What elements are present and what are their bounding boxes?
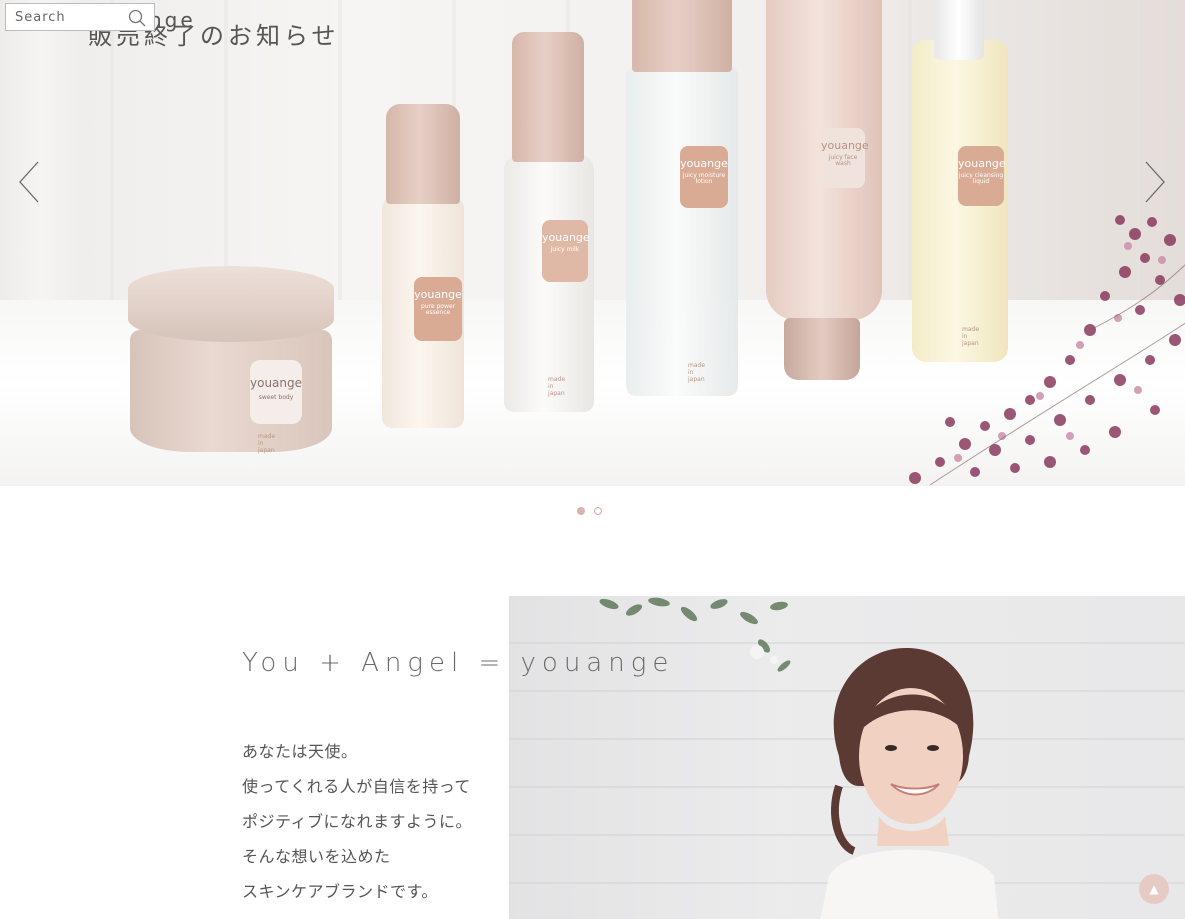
search-input[interactable] (13, 8, 127, 26)
product-lotion-label: youange juicy moisture lotion (680, 146, 728, 208)
product-oil-sub: juicy cleansing liquid (958, 171, 1004, 185)
product-jar-label: youange sweet body (250, 360, 302, 424)
product-jar-sub: sweet body (258, 394, 294, 401)
brand-copy-line: 使ってくれる人が自信を持って (242, 777, 471, 796)
slider-dot-2[interactable] (594, 507, 602, 515)
brand-copy: あなたは天使。 使ってくれる人が自信を持って ポジティブになれますように。 そん… (242, 738, 472, 913)
product-tube-sub: juicy face wash (828, 153, 858, 167)
product-lotion-made: made in japan (688, 362, 706, 383)
brand-photo (509, 596, 1185, 919)
product-tube-brand: youange (821, 139, 869, 152)
search-box (5, 3, 155, 31)
product-essence-sub: pure power essence (420, 302, 456, 316)
product-essence-label: youange pure power essence (414, 277, 462, 341)
product-jar-made: made in japan (258, 433, 276, 454)
product-tube-label: youange juicy face wash (821, 128, 869, 188)
arrow-up-icon: ▲ (1149, 882, 1159, 896)
brand-copy-line: ポジティブになれますように。 (242, 812, 473, 831)
brand-copy-line: そんな想いを込めた (242, 847, 391, 866)
chevron-right-icon (1145, 161, 1165, 203)
model-photo (820, 647, 999, 919)
slider-next-button[interactable] (1140, 160, 1170, 204)
product-oil-label: youange juicy cleansing liquid (958, 146, 1006, 206)
slider-prev-button[interactable] (16, 160, 46, 204)
brand-copy-line: スキンケアブランドです。 (242, 882, 438, 901)
slider-pagination (577, 507, 602, 515)
chevron-left-icon (19, 161, 39, 203)
product-milk-made: made in japan (548, 376, 566, 397)
brand-copy-line: あなたは天使。 (242, 742, 358, 761)
search-icon[interactable] (128, 9, 146, 27)
page: youange sweet body made in japan youange… (0, 0, 1185, 919)
slider-dot-1[interactable] (577, 507, 585, 515)
brand-tagline: You + Angel = youange (242, 648, 675, 678)
product-lotion-brand: youange (680, 157, 728, 170)
hero-slider: youange sweet body made in japan youange… (0, 0, 1185, 486)
flowers-decoration (909, 215, 1185, 486)
back-to-top-button[interactable]: ▲ (1139, 874, 1169, 904)
product-oil-brand: youange (958, 157, 1006, 170)
product-milk-label: youange juicy milk (542, 220, 590, 282)
product-milk-brand: youange (542, 231, 590, 244)
product-jar-brand: youange (250, 376, 303, 390)
product-milk-sub: juicy milk (550, 245, 580, 253)
product-essence-brand: youange (414, 288, 462, 301)
product-lotion-sub: juicy moisture lotion (682, 171, 726, 185)
